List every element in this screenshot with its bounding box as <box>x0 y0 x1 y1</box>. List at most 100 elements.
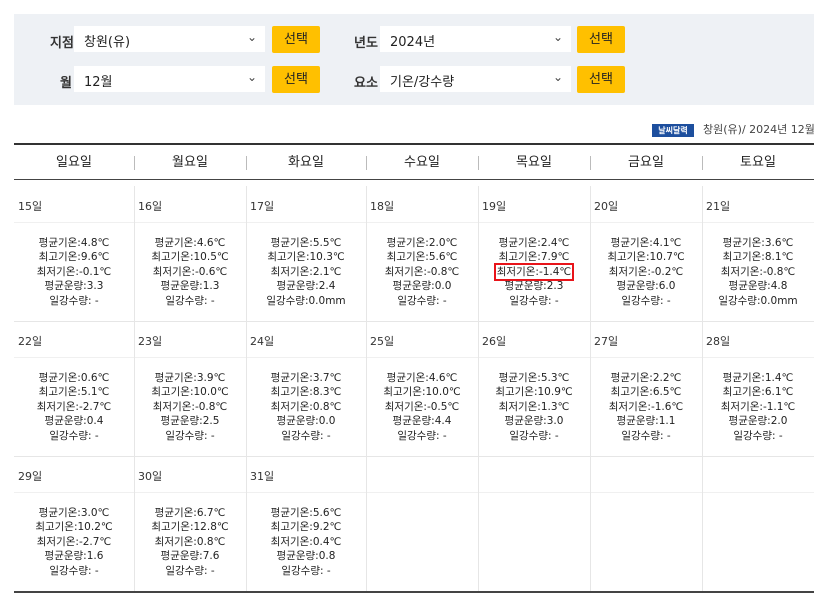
min-temperature: 최저기온:-0.8℃ <box>720 265 796 278</box>
daily-precipitation: 일강수량: - <box>397 429 447 442</box>
average-cloud: 평균운량:6.0 <box>616 280 676 293</box>
max-temperature: 최고기온:9.2℃ <box>270 521 342 534</box>
year-select-value: 2024년 <box>390 35 436 50</box>
month-select-value: 12월 <box>84 75 113 90</box>
calendar-day-cell[interactable]: 18일 평균기온:2.0℃ 최고기온:5.6℃ 최저기온:-0.8℃ 평균운량:0.0 일… <box>366 186 478 321</box>
min-temperature: 최저기온:-0.5℃ <box>384 400 460 413</box>
year-select[interactable]: 2024년 ⌄ <box>380 26 571 52</box>
average-cloud: 평균운량:1.1 <box>616 415 676 428</box>
max-temperature: 최고기온:7.9℃ <box>498 251 570 264</box>
element-select[interactable]: 기온/강수량 ⌄ <box>380 66 571 92</box>
calendar-day-cell[interactable]: 26일 평균기온:5.3℃ 최고기온:10.9℃ 최저기온:1.3℃ 평균운량:3.0 일… <box>478 321 590 456</box>
calendar-day-cell[interactable]: 23일 평균기온:3.9℃ 최고기온:10.0℃ 최저기온:-0.8℃ 평균운량:2.5… <box>134 321 246 456</box>
element-label: 요소 <box>354 76 378 91</box>
calendar-bottom-border <box>14 591 814 593</box>
calendar-day-cell[interactable]: 20일 평균기온:4.1℃ 최고기온:10.7℃ 최저기온:-0.2℃ 평균운량:6.0… <box>590 186 702 321</box>
daily-precipitation: 일강수량:0.0mm <box>266 294 346 307</box>
average-temperature: 평균기온:2.0℃ <box>386 237 458 249</box>
weekday-header-cell: 일요일 <box>56 155 92 170</box>
average-cloud: 평균운량:1.6 <box>44 550 104 563</box>
chevron-down-icon: ⌄ <box>552 70 563 84</box>
min-temperature: 최저기온:-0.8℃ <box>152 400 228 413</box>
min-temperature: 최저기온:-1.4℃ <box>493 262 575 281</box>
max-temperature: 최고기온:12.8℃ <box>151 521 229 534</box>
daily-precipitation: 일강수량: - <box>49 564 99 577</box>
calendar-day-cell[interactable]: 31일 평균기온:5.6℃ 최고기온:9.2℃ 최저기온:0.4℃ 평균운량:0.8 일강… <box>246 456 366 591</box>
average-cloud: 평균운량:0.8 <box>276 550 336 563</box>
header-separator <box>702 156 703 170</box>
daily-precipitation: 일강수량: - <box>165 564 215 577</box>
min-temperature: 최저기온:2.1℃ <box>270 265 342 278</box>
day-number: 21일 <box>706 200 731 213</box>
day-number: 24일 <box>250 335 275 348</box>
average-cloud: 평균운량:0.0 <box>392 280 452 293</box>
min-temperature: 최저기온:-0.1℃ <box>36 265 112 278</box>
daily-precipitation: 일강수량: - <box>509 429 559 442</box>
calendar-day-cell[interactable]: 22일 평균기온:0.6℃ 최고기온:5.1℃ 최저기온:-2.7℃ 평균운량:0.4 일… <box>14 321 134 456</box>
branch-select-button[interactable]: 선택 <box>272 26 320 53</box>
average-temperature: 평균기온:4.1℃ <box>610 237 682 249</box>
max-temperature: 최고기온:10.3℃ <box>267 251 345 264</box>
calendar-caption: 창원(유)/ 2024년 12월 <box>703 123 815 136</box>
day-stats: 평균기온:3.9℃ 최고기온:10.0℃ 최저기온:-0.8℃ 평균운량:2.5 일강수… <box>134 371 246 443</box>
calendar-day-cell[interactable]: 16일 평균기온:4.6℃ 최고기온:10.5℃ 최저기온:-0.6℃ 평균운량:1.3… <box>134 186 246 321</box>
average-cloud: 평균운량:2.5 <box>160 415 220 428</box>
max-temperature: 최고기온:8.1℃ <box>722 251 794 264</box>
average-cloud: 평균운량:1.3 <box>160 280 220 293</box>
daily-precipitation: 일강수량: - <box>509 294 559 307</box>
daily-precipitation: 일강수량: - <box>281 429 331 442</box>
weekday-header-cell: 월요일 <box>172 155 208 170</box>
month-select-button[interactable]: 선택 <box>272 66 320 93</box>
day-stats: 평균기온:5.6℃ 최고기온:9.2℃ 최저기온:0.4℃ 평균운량:0.8 일강수량:… <box>246 506 366 578</box>
calendar-day-cell[interactable]: 17일 평균기온:5.5℃ 최고기온:10.3℃ 최저기온:2.1℃ 평균운량:2.4 일… <box>246 186 366 321</box>
year-select-button[interactable]: 선택 <box>577 26 625 53</box>
daily-precipitation: 일강수량: - <box>165 429 215 442</box>
calendar-day-cell[interactable]: 21일 평균기온:3.6℃ 최고기온:8.1℃ 최저기온:-0.8℃ 평균운량:4.8 일… <box>702 186 814 321</box>
average-temperature: 평균기온:5.5℃ <box>270 237 342 249</box>
day-number: 28일 <box>706 335 731 348</box>
max-temperature: 최고기온:10.9℃ <box>495 386 573 399</box>
day-number: 16일 <box>138 200 163 213</box>
average-cloud: 평균운량:2.0 <box>728 415 788 428</box>
daily-precipitation: 일강수량:0.0mm <box>718 294 798 307</box>
calendar-day-cell[interactable]: 30일 평균기온:6.7℃ 최고기온:12.8℃ 최저기온:0.8℃ 평균운량:7.6 일… <box>134 456 246 591</box>
calendar-day-cell[interactable]: 15일 평균기온:4.8℃ 최고기온:9.6℃ 최저기온:-0.1℃ 평균운량:3.3 일… <box>14 186 134 321</box>
day-stats: 평균기온:5.5℃ 최고기온:10.3℃ 최저기온:2.1℃ 평균운량:2.4 일강수량… <box>246 236 366 308</box>
branch-select[interactable]: 창원(유) ⌄ <box>74 26 265 52</box>
average-temperature: 평균기온:3.0℃ <box>38 507 110 519</box>
min-temperature: 최저기온:-0.6℃ <box>152 265 228 278</box>
calendar-day-cell[interactable]: 27일 평균기온:2.2℃ 최고기온:6.5℃ 최저기온:-1.6℃ 평균운량:1.1 일… <box>590 321 702 456</box>
day-stats: 평균기온:0.6℃ 최고기온:5.1℃ 최저기온:-2.7℃ 평균운량:0.4 일강수량… <box>14 371 134 443</box>
calendar-day-cell[interactable]: 25일 평균기온:4.6℃ 최고기온:10.0℃ 최저기온:-0.5℃ 평균운량:4.4… <box>366 321 478 456</box>
max-temperature: 최고기온:6.5℃ <box>610 386 682 399</box>
average-cloud: 평균운량:4.8 <box>728 280 788 293</box>
header-separator <box>246 156 247 170</box>
average-cloud: 평균운량:2.4 <box>276 280 336 293</box>
day-stats: 평균기온:2.4℃ 최고기온:7.9℃ 최저기온:-1.4℃ 평균운량:2.3 일강수량… <box>478 236 590 308</box>
average-temperature: 평균기온:5.6℃ <box>270 507 342 519</box>
day-stats: 평균기온:1.4℃ 최고기온:6.1℃ 최저기온:-1.1℃ 평균운량:2.0 일강수량… <box>702 371 814 443</box>
min-temperature: 최저기온:1.3℃ <box>498 400 570 413</box>
element-select-button[interactable]: 선택 <box>577 66 625 93</box>
average-cloud: 평균운량:0.4 <box>44 415 104 428</box>
min-temperature: 최저기온:-0.2℃ <box>608 265 684 278</box>
average-cloud: 평균운량:4.4 <box>392 415 452 428</box>
average-temperature: 평균기온:3.9℃ <box>154 372 226 384</box>
day-number: 15일 <box>18 200 43 213</box>
branch-select-value: 창원(유) <box>84 35 131 50</box>
daily-precipitation: 일강수량: - <box>165 294 215 307</box>
average-temperature: 평균기온:4.6℃ <box>154 237 226 249</box>
min-temperature: 최저기온:0.8℃ <box>154 535 226 548</box>
header-separator <box>134 156 135 170</box>
calendar-day-cell[interactable]: 29일 평균기온:3.0℃ 최고기온:10.2℃ 최저기온:-2.7℃ 평균운량:1.6… <box>14 456 134 591</box>
daily-precipitation: 일강수량: - <box>733 429 783 442</box>
calendar-day-cell[interactable]: 24일 평균기온:3.7℃ 최고기온:8.3℃ 최저기온:0.8℃ 평균운량:0.0 일강… <box>246 321 366 456</box>
weather-calendar-badge[interactable]: 날씨달력 <box>652 124 694 137</box>
max-temperature: 최고기온:5.6℃ <box>386 251 458 264</box>
average-cloud: 평균운량:7.6 <box>160 550 220 563</box>
calendar-day-cell[interactable]: 28일 평균기온:1.4℃ 최고기온:6.1℃ 최저기온:-1.1℃ 평균운량:2.0 일… <box>702 321 814 456</box>
month-select[interactable]: 12월 ⌄ <box>74 66 265 92</box>
average-temperature: 평균기온:2.2℃ <box>610 372 682 384</box>
calendar-day-cell[interactable]: 19일 평균기온:2.4℃ 최고기온:7.9℃ 최저기온:-1.4℃ 평균운량:2.3 일… <box>478 186 590 321</box>
min-temperature: 최저기온:-1.1℃ <box>720 400 796 413</box>
